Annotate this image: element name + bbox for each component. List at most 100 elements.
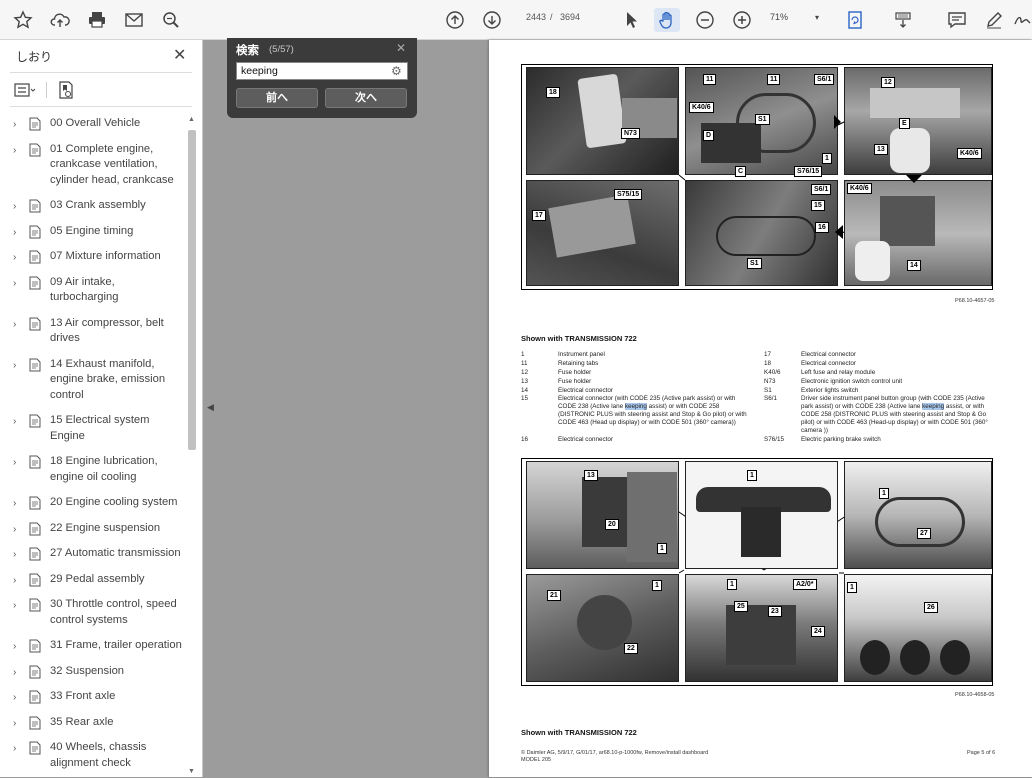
chevron-right-icon[interactable]: › bbox=[13, 573, 16, 589]
bookmark-item[interactable]: › 05 Engine timing bbox=[0, 224, 186, 240]
bookmark-page-icon bbox=[29, 358, 41, 371]
figure-callout: 16 bbox=[815, 222, 829, 233]
zoom-out-icon[interactable] bbox=[692, 8, 718, 32]
find-label: 検索 bbox=[236, 45, 259, 57]
page-fit-icon[interactable] bbox=[842, 8, 868, 32]
zoom-level[interactable]: 71% bbox=[770, 12, 810, 22]
previous-button[interactable]: 前へ bbox=[236, 88, 318, 108]
figure-callout: 26 bbox=[924, 602, 938, 613]
search-input[interactable]: keeping bbox=[236, 62, 408, 80]
figure-callout: S1 bbox=[747, 258, 762, 269]
close-icon[interactable]: ✕ bbox=[173, 45, 186, 65]
sign-icon[interactable] bbox=[1010, 8, 1032, 32]
figure-callout: K40/6 bbox=[957, 148, 982, 159]
chevron-down-icon[interactable]: ▾ bbox=[815, 13, 819, 22]
mail-icon[interactable] bbox=[121, 8, 147, 32]
chevron-right-icon[interactable]: › bbox=[13, 199, 16, 215]
chevron-right-icon[interactable]: › bbox=[13, 414, 16, 430]
chevron-right-icon[interactable]: › bbox=[13, 741, 16, 757]
figure-callout: E bbox=[899, 118, 910, 129]
bookmark-item[interactable]: › 22 Engine suspension bbox=[0, 521, 186, 537]
page-down-icon[interactable] bbox=[479, 8, 505, 32]
figure-callout: 13 bbox=[874, 144, 888, 155]
chevron-right-icon[interactable]: › bbox=[13, 665, 16, 681]
bookmark-page-icon bbox=[29, 716, 41, 729]
scroll-up-icon[interactable]: ▲ bbox=[188, 116, 195, 123]
bookmark-label: 29 Pedal assembly bbox=[50, 572, 145, 585]
bookmark-item[interactable]: › 01 Complete engine, crankcase ventilati… bbox=[0, 142, 186, 189]
chevron-right-icon[interactable]: › bbox=[13, 317, 16, 333]
bookmark-page-icon bbox=[29, 414, 41, 428]
legend-key: N73 bbox=[764, 378, 776, 385]
figure-callout: K40/6 bbox=[847, 183, 872, 194]
page-footer: © Daimler AG, 5/9/17, G/01/17, ar68.10-p… bbox=[521, 750, 781, 764]
bookmark-label: 30 Throttle control, speed control syste… bbox=[50, 598, 177, 626]
footer-line: MODEL 205 bbox=[521, 757, 552, 763]
select-cursor-icon[interactable] bbox=[618, 8, 644, 32]
print-icon[interactable] bbox=[84, 8, 110, 32]
chevron-right-icon[interactable]: › bbox=[13, 276, 16, 292]
chevron-right-icon[interactable]: › bbox=[13, 716, 16, 732]
bookmark-item[interactable]: › 20 Engine cooling system bbox=[0, 495, 186, 511]
page-footer-number: Page 5 of 6 bbox=[967, 750, 996, 756]
chevron-right-icon[interactable]: › bbox=[13, 598, 16, 614]
bookmark-tools bbox=[14, 80, 75, 100]
find-box: 検索 (5/57) ✕ keeping ⚙ 前へ 次へ bbox=[227, 38, 417, 118]
page-up-icon[interactable] bbox=[442, 8, 468, 32]
bookmark-page-icon bbox=[29, 276, 41, 289]
chevron-right-icon[interactable]: › bbox=[13, 496, 16, 512]
figure-callout: 1 bbox=[747, 470, 757, 481]
bookmark-item[interactable]: › 30 Throttle control, speed control syst… bbox=[0, 597, 186, 628]
bookmark-item[interactable]: › 00 Overall Vehicle bbox=[0, 116, 186, 132]
bookmark-item[interactable]: › 15 Electrical system Engine bbox=[0, 413, 186, 444]
chevron-right-icon[interactable]: › bbox=[13, 639, 16, 655]
chevron-right-icon[interactable]: › bbox=[13, 690, 16, 706]
chevron-right-icon[interactable]: › bbox=[13, 143, 16, 159]
pen-icon[interactable] bbox=[981, 8, 1007, 32]
close-icon[interactable]: ✕ bbox=[396, 41, 406, 55]
chevron-right-icon[interactable]: › bbox=[13, 522, 16, 538]
keyboard-scroll-icon[interactable] bbox=[890, 8, 916, 32]
chevron-right-icon[interactable]: › bbox=[13, 250, 16, 266]
search-highlight: keeping bbox=[922, 403, 945, 410]
star-icon[interactable] bbox=[10, 8, 36, 32]
comment-icon[interactable] bbox=[944, 8, 970, 32]
hand-tool-icon[interactable] bbox=[654, 8, 680, 32]
scrollbar-thumb[interactable] bbox=[188, 130, 196, 450]
footer-line: © Daimler AG, 5/9/17, G/01/17, ar68.10-p… bbox=[521, 750, 709, 756]
bookmark-label: 32 Suspension bbox=[50, 664, 125, 677]
bookmark-item[interactable]: › 09 Air intake, turbocharging bbox=[0, 275, 186, 306]
cloud-upload-icon[interactable] bbox=[47, 8, 73, 32]
legend-key: 15 bbox=[521, 395, 529, 402]
collapse-panel-icon[interactable]: ◀ bbox=[207, 402, 214, 413]
chevron-right-icon[interactable]: › bbox=[13, 455, 16, 471]
legend-key: S76/15 bbox=[764, 436, 784, 443]
figure-callout: 25 bbox=[734, 601, 748, 612]
legend-key: 12 bbox=[521, 369, 529, 376]
bookmark-item[interactable]: › 40 Wheels, chassis alignment check bbox=[0, 740, 186, 771]
options-menu-icon[interactable] bbox=[14, 82, 36, 98]
bookmark-item[interactable]: › 14 Exhaust manifold, engine brake, emis… bbox=[0, 357, 186, 404]
bookmark-item[interactable]: › 18 Engine lubrication, engine oil cooli… bbox=[0, 454, 186, 485]
chevron-right-icon[interactable]: › bbox=[13, 547, 16, 563]
chevron-right-icon[interactable]: › bbox=[13, 358, 16, 374]
bookmark-item[interactable]: › 32 Suspension bbox=[0, 664, 186, 680]
bookmark-item[interactable]: › 03 Crank assembly bbox=[0, 198, 186, 214]
bookmark-item[interactable]: › 31 Frame, trailer operation bbox=[0, 638, 186, 654]
scroll-down-icon[interactable]: ▼ bbox=[188, 768, 195, 775]
bookmark-item[interactable]: › 35 Rear axle bbox=[0, 715, 186, 731]
bookmark-item[interactable]: › 27 Automatic transmission bbox=[0, 546, 186, 562]
chevron-right-icon[interactable]: › bbox=[13, 225, 16, 241]
next-button[interactable]: 次へ bbox=[325, 88, 407, 108]
bookmark-item[interactable]: › 29 Pedal assembly bbox=[0, 572, 186, 588]
gear-icon[interactable]: ⚙ bbox=[391, 64, 402, 78]
bookmark-add-icon[interactable] bbox=[57, 81, 75, 99]
bookmark-item[interactable]: › 13 Air compressor, belt drives bbox=[0, 316, 186, 347]
zoom-in-icon[interactable] bbox=[729, 8, 755, 32]
pdf-page[interactable]: 18 N73 11 11 K40/6 D C S1 S6/1 S76/15 1 12 E 13 K40/6 S… bbox=[489, 40, 1032, 777]
page-number-input[interactable]: 2443 bbox=[510, 12, 546, 28]
chevron-right-icon[interactable]: › bbox=[13, 117, 16, 133]
search-zoom-icon[interactable] bbox=[158, 8, 184, 32]
bookmark-item[interactable]: › 33 Front axle bbox=[0, 689, 186, 705]
bookmark-item[interactable]: › 07 Mixture information bbox=[0, 249, 186, 265]
